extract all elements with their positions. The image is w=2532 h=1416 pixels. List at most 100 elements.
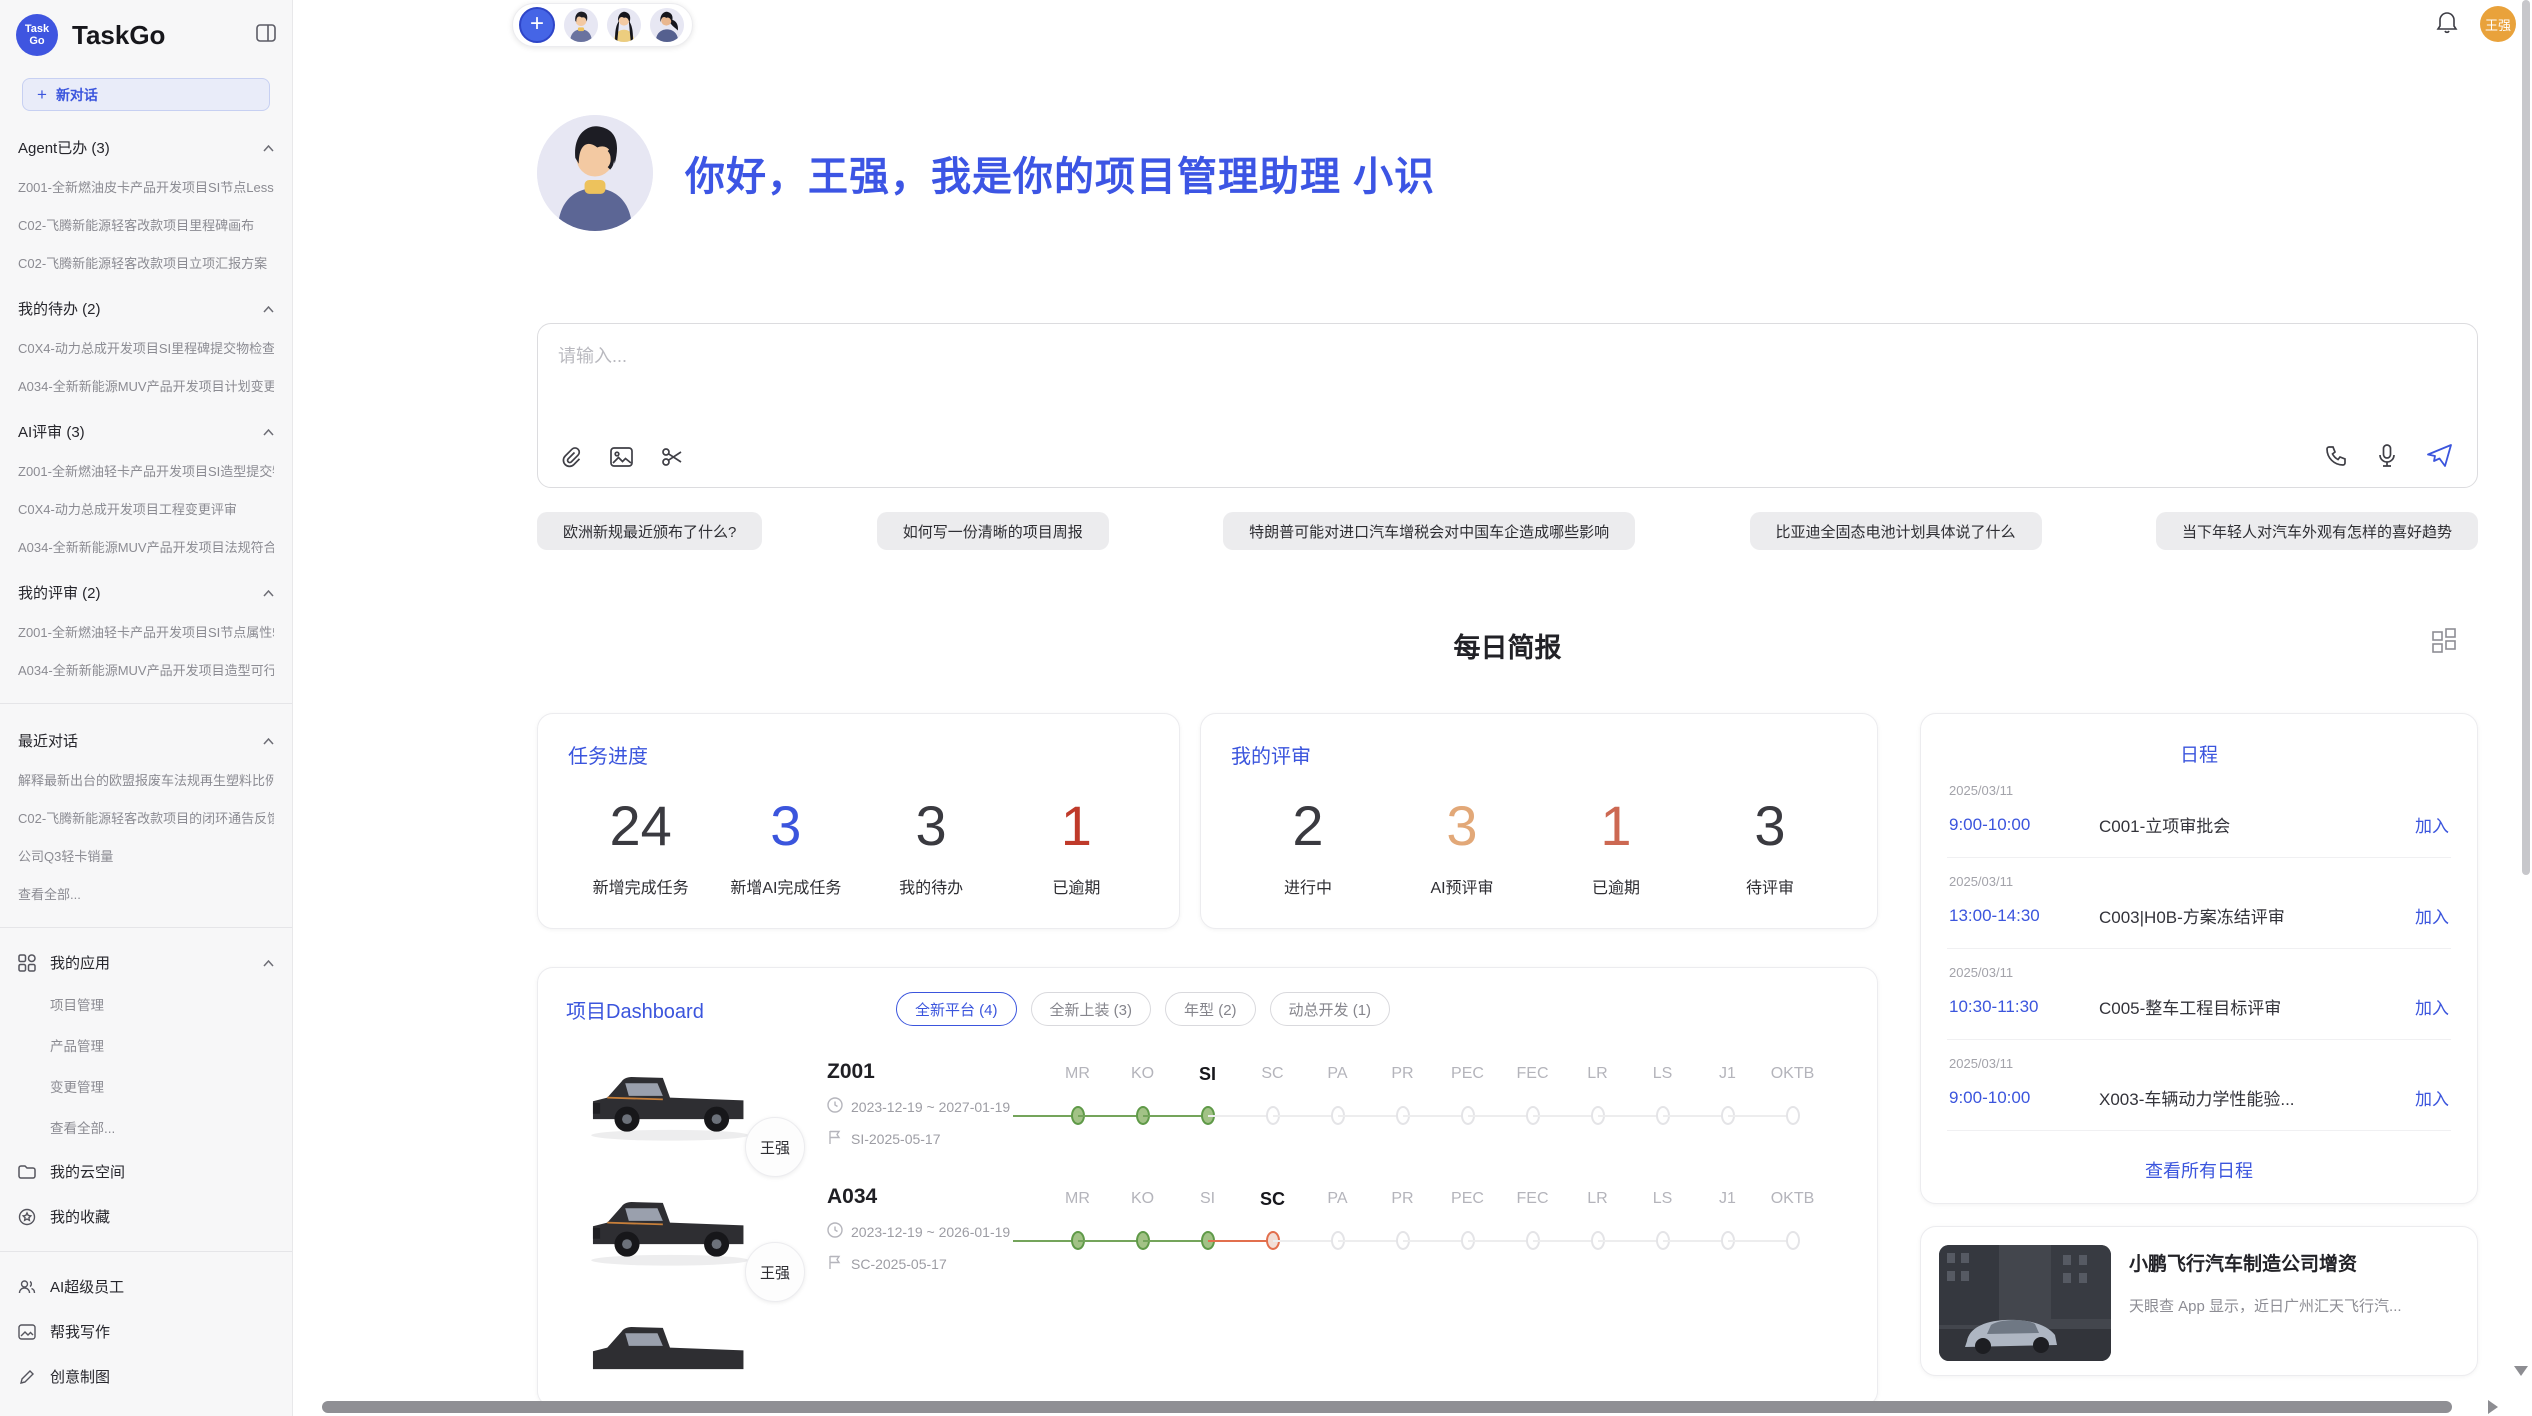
schedule-time: 10:30-11:30 [1949, 997, 2099, 1017]
sidebar-item[interactable]: A034-全新新能源MUV产品开发项目造型可行性评审 [18, 660, 274, 679]
milestone: KO [1110, 1062, 1175, 1151]
scissors-icon[interactable] [661, 446, 684, 473]
join-link[interactable]: 加入 [2415, 1085, 2449, 1110]
sidebar-item[interactable]: Z001-全新燃油轻卡产品开发项目SI节点属性5D文件评审 [18, 622, 274, 641]
schedule-item: 2025/03/11 9:00-10:00 C001-立项审批会 加入 [1947, 767, 2451, 858]
stat-label: AI预评审 [1402, 874, 1522, 898]
schedule-event-title: X003-车辆动力学性能验... [2099, 1085, 2415, 1110]
suggestion-chip[interactable]: 如何写一份清晰的项目周报 [877, 512, 1109, 550]
vertical-scrollbar[interactable] [2522, 0, 2530, 875]
milestone: SI [1175, 1062, 1240, 1151]
recent-chat-item[interactable]: 解释最新出台的欧盟报废车法规再生塑料比例被调至15%... [18, 770, 274, 789]
dashboard-title: 项目Dashboard [566, 995, 896, 1024]
sidebar-item[interactable]: C02-飞腾新能源轻客改款项目立项汇报方案 [18, 253, 274, 272]
section-header[interactable]: 我的待办 (2) [18, 298, 274, 319]
milestone-label: MR [1045, 1187, 1110, 1211]
add-assistant-button[interactable]: + [519, 7, 555, 43]
sidebar-item[interactable]: Z001-全新燃油轻卡产品开发项目SI造型提交物评审 [18, 461, 274, 480]
schedule-time: 9:00-10:00 [1949, 815, 2099, 835]
sidebar-item-ai-staff[interactable]: AI超级员工 [0, 1276, 292, 1297]
send-icon[interactable] [2427, 444, 2453, 473]
assistant-avatar-1[interactable] [564, 8, 598, 42]
milestone-line [1403, 1115, 1468, 1117]
suggestion-chip[interactable]: 当下年轻人对汽车外观有怎样的喜好趋势 [2156, 512, 2478, 550]
project-row[interactable]: 王强 A034 2023-12-19 ~ 2026-01-19 [566, 1185, 1849, 1276]
stat-cell: 3 待评审 [1710, 793, 1830, 898]
recent-chat-item[interactable]: C02-飞腾新能源轻客改款项目的闭环通告反馈情况 [18, 808, 274, 827]
chevron-up-icon[interactable] [263, 954, 274, 971]
sidebar-item-help-write[interactable]: 帮我写作 [0, 1321, 292, 1342]
sidebar-app-item[interactable]: 变更管理 [0, 1076, 292, 1096]
sidebar-item-my-apps[interactable]: 我的应用 [0, 952, 292, 973]
milestone-track: MR KO SI [1045, 1060, 1849, 1151]
flag-icon [827, 1254, 843, 1273]
chevron-up-icon[interactable] [263, 139, 274, 156]
recent-view-all[interactable]: 查看全部... [18, 884, 274, 903]
chevron-up-icon[interactable] [263, 300, 274, 317]
apps-view-all[interactable]: 查看全部... [0, 1117, 292, 1137]
milestone: PA [1305, 1187, 1370, 1276]
sidebar-item[interactable]: Z001-全新燃油皮卡产品开发项目SI节点Lesson Learn报告 [18, 177, 274, 196]
sidebar-task-sections: Agent已办 (3) Z001-全新燃油皮卡产品开发项目SI节点Lesson … [0, 137, 292, 679]
assistant-avatar-2[interactable] [607, 8, 641, 42]
sidebar-item[interactable]: C02-飞腾新能源轻客改款项目里程碑画布 [18, 215, 274, 234]
sidebar-item-cloud-space[interactable]: 我的云空间 [0, 1161, 292, 1182]
user-avatar[interactable]: 王强 [2480, 6, 2516, 42]
horizontal-scrollbar[interactable] [322, 1401, 2452, 1413]
sidebar-item[interactable]: A034-全新新能源MUV产品开发项目法规符合性评审 [18, 537, 274, 556]
phone-call-icon[interactable] [2325, 445, 2347, 472]
dashboard-tab[interactable]: 全新平台 (4) [896, 992, 1017, 1026]
main-area: + [293, 0, 2532, 1416]
suggestion-chip[interactable]: 特朗普可能对进口汽车增税会对中国车企造成哪些影响 [1223, 512, 1635, 550]
chevron-up-icon[interactable] [263, 732, 274, 749]
sidebar-item-favorites[interactable]: 我的收藏 [0, 1206, 292, 1227]
dashboard-tab[interactable]: 全新上装 (3) [1031, 992, 1152, 1026]
sidebar-section: Agent已办 (3) Z001-全新燃油皮卡产品开发项目SI节点Lesson … [0, 137, 292, 272]
join-link[interactable]: 加入 [2415, 812, 2449, 837]
milestone: SI [1175, 1187, 1240, 1276]
section-header[interactable]: AI评审 (3) [18, 421, 274, 442]
scroll-right-arrow[interactable] [2488, 1400, 2498, 1414]
milestone: OKTB [1760, 1062, 1825, 1151]
schedule-event-title: C005-整车工程目标评审 [2099, 994, 2415, 1019]
news-card[interactable]: 小鹏飞行汽车制造公司增资 天眼查 App 显示，近日广州汇天飞行汽... [1920, 1226, 2478, 1376]
project-row[interactable]: 王强 Z001 2023-12-19 ~ 2027-01-19 [566, 1060, 1849, 1151]
divider [0, 927, 292, 928]
milestone-label: PA [1305, 1062, 1370, 1086]
attachment-icon[interactable] [560, 446, 582, 473]
sidebar-app-item[interactable]: 项目管理 [0, 994, 292, 1014]
sidebar-item[interactable]: A034-全新新能源MUV产品开发项目计划变更表编写 [18, 376, 274, 395]
section-header[interactable]: 我的评审 (2) [18, 582, 274, 603]
section-header[interactable]: 最近对话 [18, 730, 274, 751]
view-all-schedule-link[interactable]: 查看所有日程 [1947, 1157, 2451, 1183]
sidebar-app-item[interactable]: 产品管理 [0, 1035, 292, 1055]
sidebar-item-creative-draw[interactable]: 创意制图 [0, 1366, 292, 1387]
microphone-icon[interactable] [2377, 444, 2397, 473]
join-link[interactable]: 加入 [2415, 903, 2449, 928]
chat-input[interactable] [558, 342, 2457, 422]
layout-grid-icon[interactable] [2432, 628, 2456, 659]
join-link[interactable]: 加入 [2415, 994, 2449, 1019]
recent-chat-item[interactable]: 公司Q3轻卡销量 [18, 846, 274, 865]
image-upload-icon[interactable] [610, 446, 633, 473]
stat-cell: 2 进行中 [1248, 793, 1368, 898]
chevron-up-icon[interactable] [263, 584, 274, 601]
section-header[interactable]: Agent已办 (3) [18, 137, 274, 158]
dashboard-tab[interactable]: 年型 (2) [1165, 992, 1256, 1026]
suggestion-chip[interactable]: 比亚迪全固态电池计划具体说了什么 [1750, 512, 2042, 550]
stat-label: 待评审 [1710, 874, 1830, 898]
dashboard-tab[interactable]: 动总开发 (1) [1270, 992, 1391, 1026]
sidebar-item[interactable]: C0X4-动力总成开发项目SI里程碑提交物检查 [18, 338, 274, 357]
sidebar-item[interactable]: C0X4-动力总成开发项目工程变更评审 [18, 499, 274, 518]
project-milestone-flag: SC-2025-05-17 [827, 1254, 1045, 1273]
sidebar-collapse-icon[interactable] [256, 24, 276, 47]
stat-cell: 1 已逾期 [1556, 793, 1676, 898]
suggestion-chip[interactable]: 欧洲新规最近颁布了什么? [537, 512, 762, 550]
milestone: SC [1240, 1062, 1305, 1151]
stat-value: 1 [1016, 793, 1136, 858]
assistant-avatar-3[interactable] [650, 8, 684, 42]
notification-bell-icon[interactable] [2436, 10, 2458, 39]
new-chat-button[interactable]: + 新对话 [22, 78, 270, 111]
scroll-down-arrow[interactable] [2514, 1366, 2528, 1376]
chevron-up-icon[interactable] [263, 423, 274, 440]
